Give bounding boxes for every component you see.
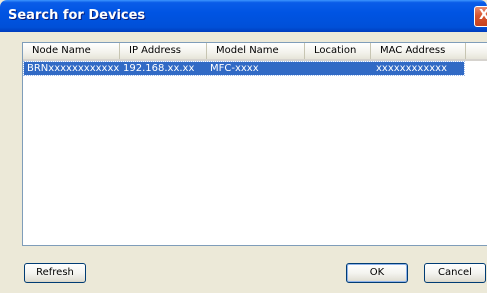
column-header-node-name[interactable]: Node Name — [23, 43, 120, 59]
column-header-location[interactable]: Location — [305, 43, 371, 59]
column-header-row: Node Name IP Address Model Name Location… — [23, 43, 487, 61]
cell-node-name: BRNxxxxxxxxxxxx — [27, 63, 120, 74]
close-icon[interactable]: X — [474, 6, 487, 27]
title-bar[interactable]: Search for Devices X — [0, 0, 487, 32]
device-row[interactable]: BRNxxxxxxxxxxxx 192.168.xx.xx MFC-xxxx x… — [23, 61, 465, 76]
column-header-model-name[interactable]: Model Name — [207, 43, 305, 59]
ok-button[interactable]: OK — [346, 263, 408, 283]
column-header-ip-address[interactable]: IP Address — [120, 43, 207, 59]
cell-location — [305, 62, 371, 75]
device-list[interactable]: Node Name IP Address Model Name Location… — [22, 42, 487, 246]
dialog-title: Search for Devices — [8, 8, 146, 23]
cell-ip-address: 192.168.xx.xx — [123, 63, 195, 74]
cancel-button[interactable]: Cancel — [424, 263, 486, 283]
cell-model-name: MFC-xxxx — [210, 63, 259, 74]
cell-mac-address: xxxxxxxxxxxx — [376, 63, 448, 74]
column-header-mac-address[interactable]: MAC Address — [371, 43, 466, 59]
search-for-devices-dialog: Search for Devices X Node Name IP Addres… — [0, 0, 487, 293]
refresh-button[interactable]: Refresh — [24, 263, 86, 283]
